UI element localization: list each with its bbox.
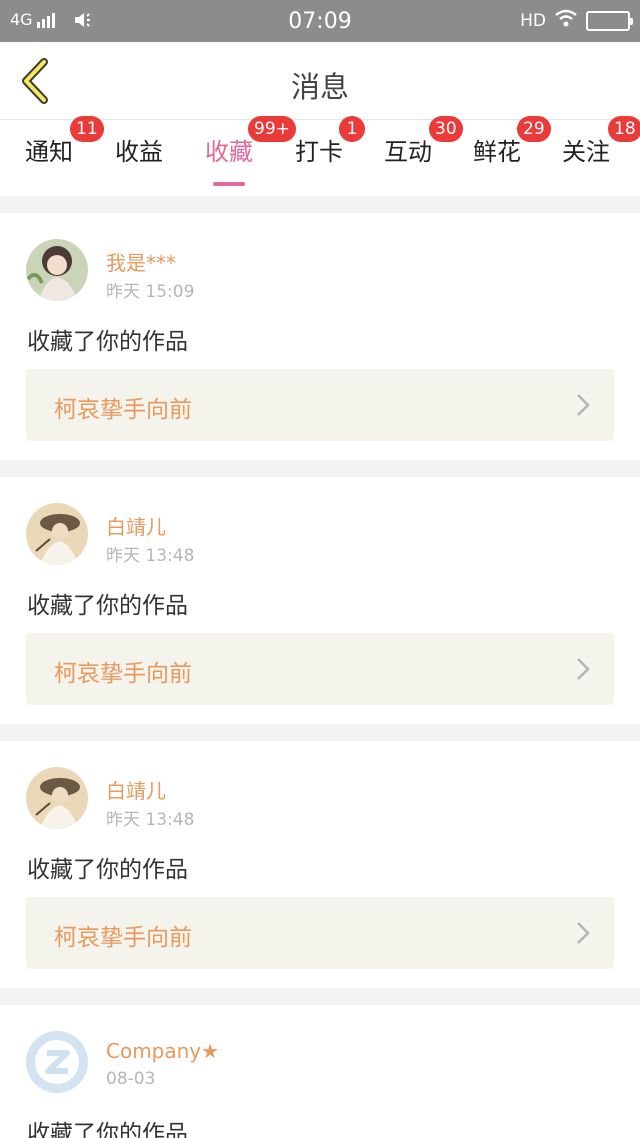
username[interactable]: 白靖儿 bbox=[106, 511, 166, 540]
message-card: 白靖儿 昨天 13:48 收藏了你的作品 柯哀挚手向前 bbox=[0, 741, 640, 988]
tab-flowers[interactable]: 鲜花 29 bbox=[473, 116, 551, 182]
tab-badge: 18 bbox=[608, 116, 640, 142]
message-card: Company★ 08-03 收藏了你的作品 bbox=[0, 1005, 640, 1138]
page-title: 消息 bbox=[290, 70, 349, 104]
tab-checkin[interactable]: 打卡 1 bbox=[295, 116, 365, 182]
chevron-right-icon bbox=[577, 922, 590, 944]
avatar[interactable] bbox=[26, 1031, 88, 1093]
message-card: 我是*** 昨天 15:09 收藏了你的作品 柯哀挚手向前 bbox=[0, 213, 640, 460]
tab-label: 通知 bbox=[25, 138, 73, 166]
username[interactable]: 白靖儿 bbox=[106, 775, 166, 804]
avatar[interactable] bbox=[26, 503, 88, 565]
tab-interactions[interactable]: 互动 30 bbox=[384, 116, 463, 182]
status-right: HD bbox=[520, 9, 633, 32]
tab-badge: 30 bbox=[429, 116, 463, 142]
work-title: 柯哀挚手向前 bbox=[54, 661, 192, 687]
work-link[interactable]: 柯哀挚手向前 bbox=[26, 633, 614, 705]
tab-badge: 99+ bbox=[248, 116, 296, 142]
message-text: 收藏了你的作品 bbox=[27, 1121, 188, 1138]
message-text: 收藏了你的作品 bbox=[27, 329, 188, 355]
avatar[interactable] bbox=[26, 239, 88, 301]
avatar[interactable] bbox=[26, 767, 88, 829]
status-bar: 4G 07:09 HD bbox=[0, 0, 640, 42]
work-title: 柯哀挚手向前 bbox=[54, 397, 192, 423]
username-text: Company bbox=[106, 1039, 202, 1063]
message-text: 收藏了你的作品 bbox=[27, 857, 188, 883]
hd-indicator: HD bbox=[520, 10, 546, 31]
tab-label: 收藏 bbox=[205, 138, 253, 166]
timestamp: 昨天 13:48 bbox=[106, 546, 195, 566]
timestamp: 昨天 15:09 bbox=[106, 282, 195, 302]
tab-notifications[interactable]: 通知 11 bbox=[25, 116, 104, 182]
username[interactable]: Company★ bbox=[106, 1039, 219, 1063]
work-link[interactable]: 柯哀挚手向前 bbox=[26, 897, 614, 969]
battery-icon bbox=[586, 10, 633, 31]
tab-badge: 11 bbox=[70, 116, 104, 142]
message-text: 收藏了你的作品 bbox=[27, 593, 188, 619]
tab-label: 打卡 bbox=[295, 138, 343, 166]
timestamp: 昨天 13:48 bbox=[106, 810, 195, 830]
username[interactable]: 我是*** bbox=[106, 247, 176, 276]
tab-badge: 29 bbox=[517, 116, 551, 142]
tab-label: 互动 bbox=[384, 138, 432, 166]
tab-badge: 1 bbox=[339, 116, 365, 142]
chevron-right-icon bbox=[577, 658, 590, 680]
tab-label: 关注 bbox=[562, 138, 610, 166]
wifi-icon bbox=[554, 9, 578, 32]
active-tab-indicator bbox=[213, 182, 245, 186]
tab-label: 收益 bbox=[115, 138, 163, 166]
work-link[interactable]: 柯哀挚手向前 bbox=[26, 369, 614, 441]
star-icon: ★ bbox=[201, 1039, 220, 1063]
nav-bar: 消息 bbox=[0, 42, 640, 120]
work-title: 柯哀挚手向前 bbox=[54, 925, 192, 951]
tab-favorites[interactable]: 收藏 99+ bbox=[205, 116, 296, 186]
tab-label: 鲜花 bbox=[473, 138, 521, 166]
tab-bar: 通知 11 收益 收藏 99+ 打卡 1 互动 30 鲜花 29 关注 18 bbox=[0, 116, 640, 196]
message-card: 白靖儿 昨天 13:48 收藏了你的作品 柯哀挚手向前 bbox=[0, 477, 640, 724]
tab-follows[interactable]: 关注 18 bbox=[562, 116, 640, 182]
tab-earnings[interactable]: 收益 bbox=[115, 132, 163, 182]
chevron-right-icon bbox=[577, 394, 590, 416]
timestamp: 08-03 bbox=[106, 1069, 156, 1089]
